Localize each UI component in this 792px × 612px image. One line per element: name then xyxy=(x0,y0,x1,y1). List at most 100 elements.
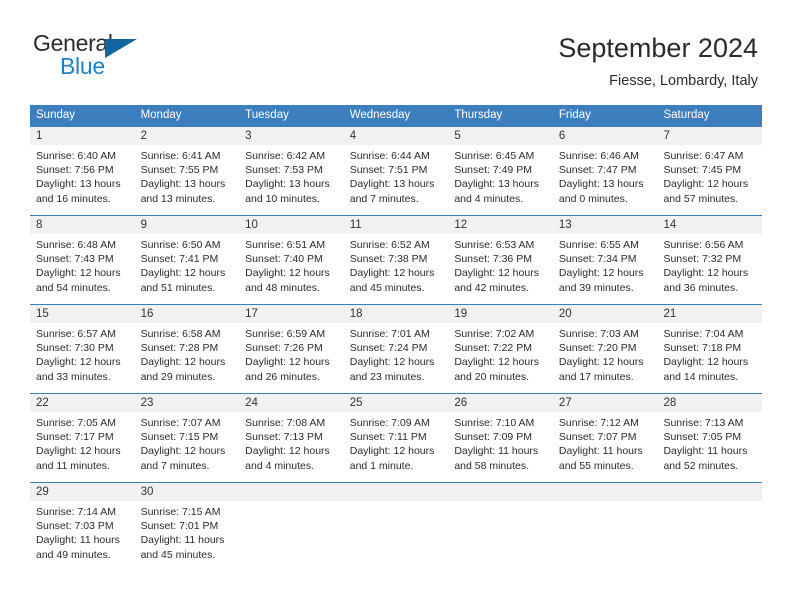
sunrise-text: Sunrise: 6:44 AM xyxy=(349,150,430,162)
daylight-text-line1: Daylight: 11 hours xyxy=(140,534,225,547)
day-details: Sunrise: 6:52 AM Sunset: 7:38 PM Dayligh… xyxy=(344,234,449,304)
sunrise-text: Sunrise: 7:10 AM xyxy=(454,417,535,429)
day-number: 15 xyxy=(30,305,135,323)
day-cell[interactable]: 2 Sunrise: 6:41 AM Sunset: 7:55 PM Dayli… xyxy=(134,127,240,215)
weekday-header-wednesday: Wednesday xyxy=(349,109,411,121)
daylight-text-line1: Daylight: 12 hours xyxy=(140,356,226,369)
day-cell[interactable]: 3 Sunrise: 6:42 AM Sunset: 7:53 PM Dayli… xyxy=(239,127,344,215)
day-cell[interactable]: 22 Sunrise: 7:05 AM Sunset: 7:17 PM Dayl… xyxy=(30,394,135,482)
day-details: Sunrise: 7:04 AM Sunset: 7:18 PM Dayligh… xyxy=(657,323,762,393)
daylight-text-line2: and 58 minutes. xyxy=(454,459,530,472)
day-cell[interactable]: 14 Sunrise: 6:56 AM Sunset: 7:32 PM Dayl… xyxy=(657,216,763,304)
day-number xyxy=(552,483,658,501)
day-cell[interactable]: 10 Sunrise: 6:51 AM Sunset: 7:40 PM Dayl… xyxy=(239,216,344,304)
daylight-text-line1: Daylight: 13 hours xyxy=(36,178,121,191)
day-cell[interactable]: 1 Sunrise: 6:40 AM Sunset: 7:56 PM Dayli… xyxy=(30,127,135,215)
sunrise-text: Sunrise: 6:53 AM xyxy=(454,239,535,251)
day-cell[interactable]: 17 Sunrise: 6:59 AM Sunset: 7:26 PM Dayl… xyxy=(239,305,344,393)
sunset-text: Sunset: 7:55 PM xyxy=(140,164,219,177)
sunrise-text: Sunrise: 7:02 AM xyxy=(454,328,535,340)
sunrise-text: Sunrise: 6:51 AM xyxy=(245,239,326,251)
day-cell[interactable]: 4 Sunrise: 6:44 AM Sunset: 7:51 PM Dayli… xyxy=(343,127,449,215)
daylight-text-line1: Daylight: 11 hours xyxy=(36,534,120,547)
sunrise-text: Sunrise: 6:56 AM xyxy=(663,239,744,251)
day-cell[interactable]: 11 Sunrise: 6:52 AM Sunset: 7:38 PM Dayl… xyxy=(343,216,449,304)
weekday-header-monday: Monday xyxy=(140,109,182,121)
daylight-text-line2: and 45 minutes. xyxy=(349,281,425,294)
weekday-header-saturday: Saturday xyxy=(663,109,710,121)
daylight-text-line2: and 42 minutes. xyxy=(454,281,530,294)
sunrise-text: Sunrise: 7:09 AM xyxy=(349,417,430,429)
day-number: 10 xyxy=(239,216,344,234)
brand-logo[interactable]: General Blue xyxy=(33,30,148,82)
sunrise-text: Sunrise: 6:59 AM xyxy=(245,328,326,340)
daylight-text-line1: Daylight: 12 hours xyxy=(454,356,539,369)
daylight-text-line2: and 1 minute. xyxy=(349,459,414,472)
day-cell-empty xyxy=(657,483,763,571)
daylight-text-line1: Daylight: 12 hours xyxy=(36,445,121,458)
day-cell-empty xyxy=(552,483,658,571)
day-number: 30 xyxy=(134,483,240,501)
daylight-text-line2: and 4 minutes. xyxy=(454,192,524,205)
sunrise-text: Sunrise: 6:45 AM xyxy=(454,150,535,162)
day-number: 2 xyxy=(134,127,240,145)
day-number: 17 xyxy=(239,305,344,323)
day-cell[interactable]: 19 Sunrise: 7:02 AM Sunset: 7:22 PM Dayl… xyxy=(448,305,553,393)
day-details: Sunrise: 7:07 AM Sunset: 7:15 PM Dayligh… xyxy=(135,412,240,482)
sunset-text: Sunset: 7:05 PM xyxy=(663,431,742,444)
day-cell[interactable]: 9 Sunrise: 6:50 AM Sunset: 7:41 PM Dayli… xyxy=(134,216,240,304)
day-cell[interactable]: 12 Sunrise: 6:53 AM Sunset: 7:36 PM Dayl… xyxy=(448,216,553,304)
day-number: 29 xyxy=(30,483,135,501)
day-cell-empty xyxy=(448,483,553,571)
weekday-header-row: Sunday Monday Tuesday Wednesday Thursday… xyxy=(30,105,762,126)
day-number: 5 xyxy=(448,127,553,145)
day-cell[interactable]: 28 Sunrise: 7:13 AM Sunset: 7:05 PM Dayl… xyxy=(657,394,763,482)
day-number: 9 xyxy=(134,216,240,234)
sunrise-text: Sunrise: 6:46 AM xyxy=(558,150,639,162)
daylight-text-line1: Daylight: 12 hours xyxy=(245,267,330,280)
day-details: Sunrise: 7:09 AM Sunset: 7:11 PM Dayligh… xyxy=(344,412,449,482)
day-cell[interactable]: 16 Sunrise: 6:58 AM Sunset: 7:28 PM Dayl… xyxy=(134,305,240,393)
daylight-text-line1: Daylight: 12 hours xyxy=(663,267,749,280)
day-number: 26 xyxy=(448,394,553,412)
day-number: 11 xyxy=(343,216,449,234)
day-cell[interactable]: 15 Sunrise: 6:57 AM Sunset: 7:30 PM Dayl… xyxy=(30,305,135,393)
daylight-text-line2: and 54 minutes. xyxy=(36,281,111,294)
week-row: 29 Sunrise: 7:14 AM Sunset: 7:03 PM Dayl… xyxy=(30,482,763,571)
sunrise-text: Sunrise: 7:07 AM xyxy=(140,417,221,429)
day-cell[interactable]: 18 Sunrise: 7:01 AM Sunset: 7:24 PM Dayl… xyxy=(343,305,449,393)
day-cell[interactable]: 20 Sunrise: 7:03 AM Sunset: 7:20 PM Dayl… xyxy=(552,305,658,393)
sunrise-text: Sunrise: 7:13 AM xyxy=(663,417,744,429)
day-details: Sunrise: 6:58 AM Sunset: 7:28 PM Dayligh… xyxy=(135,323,240,393)
day-cell[interactable]: 6 Sunrise: 6:46 AM Sunset: 7:47 PM Dayli… xyxy=(552,127,658,215)
day-number: 14 xyxy=(657,216,763,234)
day-cell[interactable]: 13 Sunrise: 6:55 AM Sunset: 7:34 PM Dayl… xyxy=(552,216,658,304)
day-cell[interactable]: 25 Sunrise: 7:09 AM Sunset: 7:11 PM Dayl… xyxy=(343,394,449,482)
triangle-flag-icon xyxy=(105,39,137,58)
sunset-text: Sunset: 7:13 PM xyxy=(245,431,323,444)
sunrise-text: Sunrise: 6:47 AM xyxy=(663,150,744,162)
page-title: September 2024 xyxy=(558,33,758,63)
day-cell[interactable]: 7 Sunrise: 6:47 AM Sunset: 7:45 PM Dayli… xyxy=(657,127,763,215)
day-cell[interactable]: 23 Sunrise: 7:07 AM Sunset: 7:15 PM Dayl… xyxy=(134,394,240,482)
day-details: Sunrise: 6:47 AM Sunset: 7:45 PM Dayligh… xyxy=(657,145,762,215)
day-cell[interactable]: 29 Sunrise: 7:14 AM Sunset: 7:03 PM Dayl… xyxy=(30,483,135,571)
day-cell[interactable]: 21 Sunrise: 7:04 AM Sunset: 7:18 PM Dayl… xyxy=(657,305,763,393)
day-number: 22 xyxy=(30,394,135,412)
day-details: Sunrise: 7:12 AM Sunset: 7:07 PM Dayligh… xyxy=(553,412,658,482)
day-cell[interactable]: 8 Sunrise: 6:48 AM Sunset: 7:43 PM Dayli… xyxy=(30,216,135,304)
daylight-text-line2: and 33 minutes. xyxy=(36,370,111,383)
day-details: Sunrise: 7:10 AM Sunset: 7:09 PM Dayligh… xyxy=(448,412,553,482)
sunset-text: Sunset: 7:49 PM xyxy=(454,164,532,177)
day-cell[interactable]: 27 Sunrise: 7:12 AM Sunset: 7:07 PM Dayl… xyxy=(552,394,658,482)
sunrise-text: Sunrise: 7:12 AM xyxy=(558,417,639,429)
day-cell[interactable]: 24 Sunrise: 7:08 AM Sunset: 7:13 PM Dayl… xyxy=(239,394,344,482)
day-cell[interactable]: 26 Sunrise: 7:10 AM Sunset: 7:09 PM Dayl… xyxy=(448,394,553,482)
day-cell[interactable]: 5 Sunrise: 6:45 AM Sunset: 7:49 PM Dayli… xyxy=(448,127,553,215)
sunrise-text: Sunrise: 6:58 AM xyxy=(140,328,221,340)
day-number: 19 xyxy=(448,305,553,323)
daylight-text-line2: and 7 minutes. xyxy=(349,192,419,205)
sunset-text: Sunset: 7:40 PM xyxy=(245,253,323,266)
daylight-text-line1: Daylight: 12 hours xyxy=(558,267,644,280)
day-cell[interactable]: 30 Sunrise: 7:15 AM Sunset: 7:01 PM Dayl… xyxy=(134,483,240,571)
